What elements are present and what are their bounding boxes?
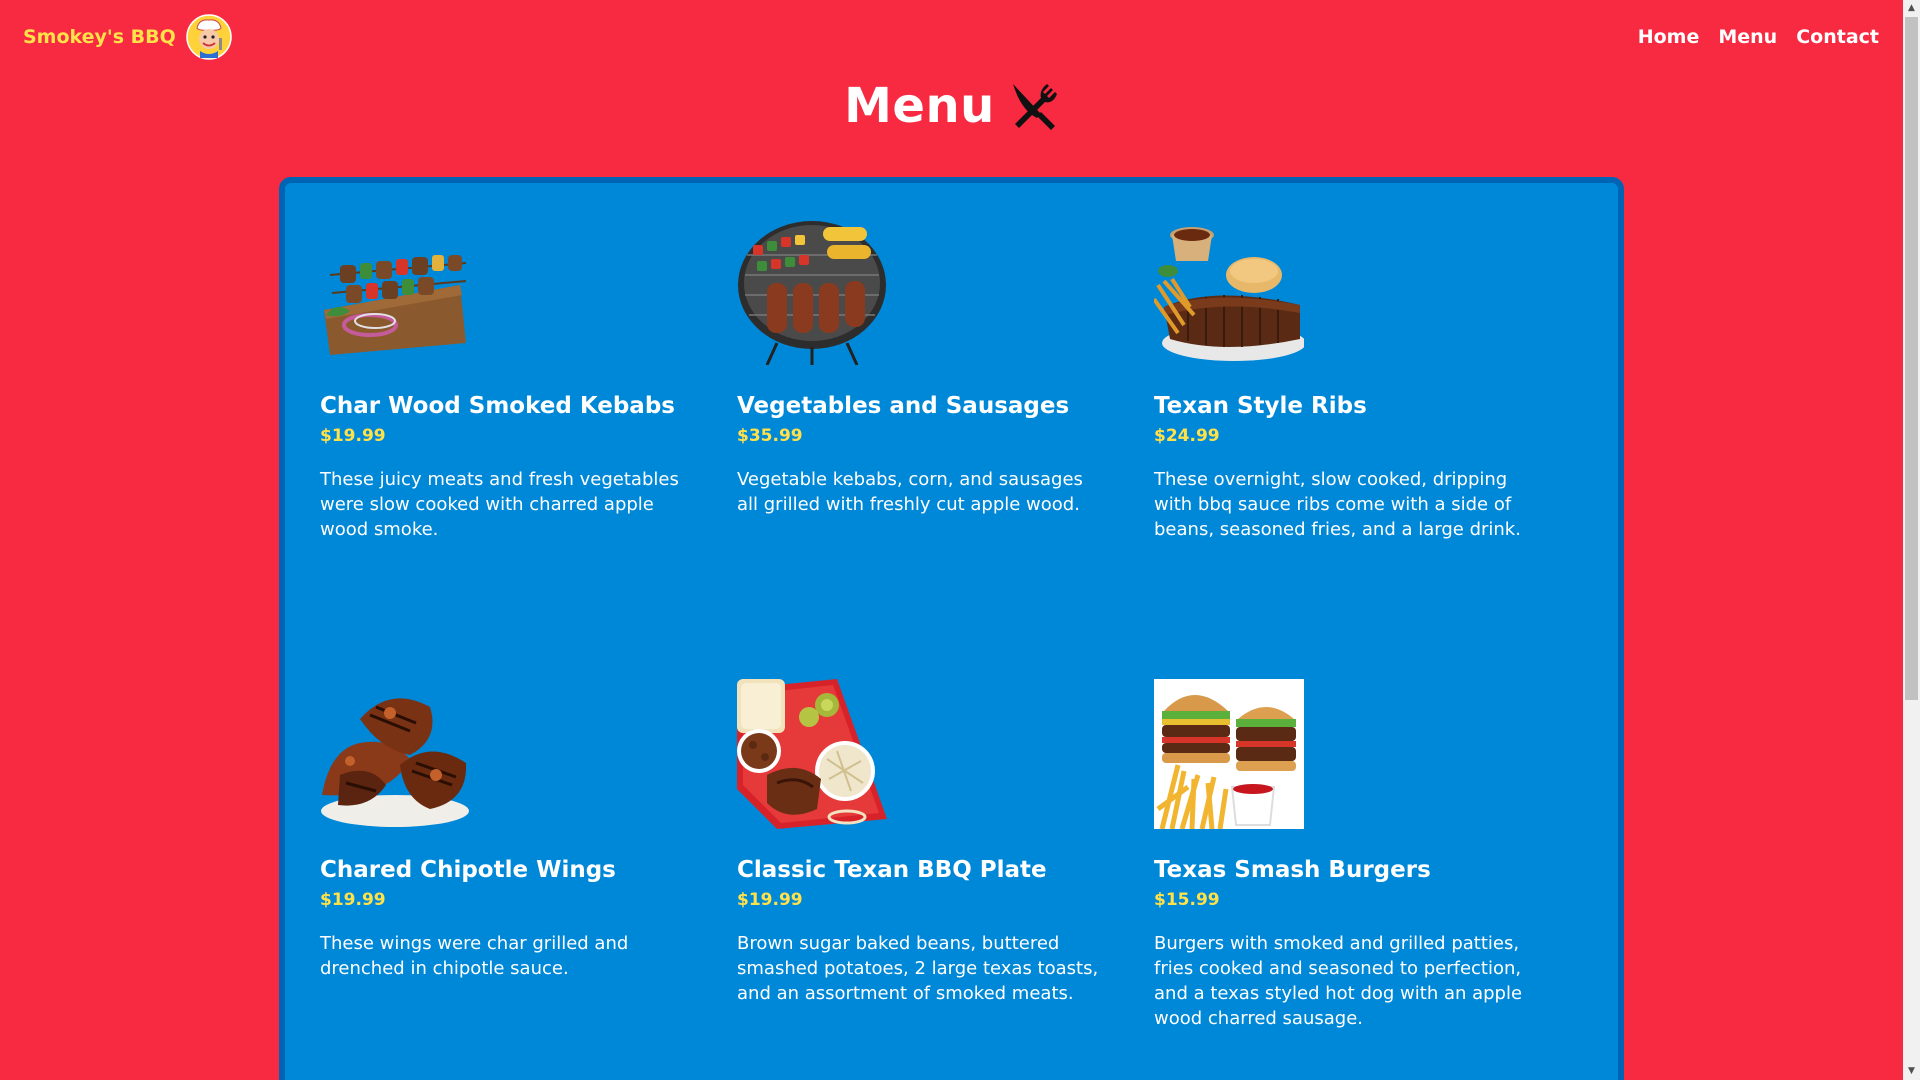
item-description: These overnight, slow cooked, dripping w… bbox=[1154, 469, 1521, 540]
menu-item: Texas Smash Burgers $15.99 Burgers with … bbox=[1154, 679, 1524, 1031]
grill-image bbox=[738, 221, 886, 365]
scroll-down-icon[interactable]: ▼ bbox=[1903, 1063, 1920, 1080]
main-nav: Home Menu Contact bbox=[1638, 26, 1879, 48]
scroll-up-icon[interactable]: ▲ bbox=[1903, 0, 1920, 17]
kebabs-image bbox=[324, 255, 467, 355]
item-price: $19.99 bbox=[320, 426, 386, 446]
vertical-scrollbar[interactable]: ▲ ▼ bbox=[1903, 0, 1920, 1080]
item-name: Vegetables and Sausages bbox=[737, 393, 1070, 419]
wings-image bbox=[321, 698, 469, 827]
item-description: Burgers with smoked and grilled patties,… bbox=[1154, 933, 1523, 1029]
menu-item: Vegetables and Sausages $35.99 Vegetable… bbox=[737, 215, 1107, 517]
item-name: Classic Texan BBQ Plate bbox=[737, 857, 1047, 883]
burgers-image bbox=[1154, 679, 1304, 829]
item-name: Chared Chipotle Wings bbox=[320, 857, 616, 883]
item-description: Brown sugar baked beans, buttered smashe… bbox=[737, 933, 1099, 1004]
item-name: Char Wood Smoked Kebabs bbox=[320, 393, 675, 419]
page-title: Menu bbox=[844, 78, 995, 134]
page: Smokey's BBQ Home Menu Contact Menu Char… bbox=[0, 0, 1903, 1080]
title-block: Menu bbox=[0, 78, 1903, 134]
item-price: $35.99 bbox=[737, 426, 803, 446]
item-price: $19.99 bbox=[320, 890, 386, 910]
ribs-image bbox=[1154, 227, 1304, 361]
item-price: $19.99 bbox=[737, 890, 803, 910]
nav-home[interactable]: Home bbox=[1638, 26, 1700, 48]
menu-item: Classic Texan BBQ Plate $19.99 Brown sug… bbox=[737, 679, 1107, 1006]
nav-menu[interactable]: Menu bbox=[1718, 26, 1777, 48]
menu-item: Chared Chipotle Wings $19.99 These wings… bbox=[320, 679, 690, 981]
bbq-plate-image bbox=[737, 679, 887, 829]
menu-item: Char Wood Smoked Kebabs $19.99 These jui… bbox=[320, 215, 690, 542]
brand-name[interactable]: Smokey's BBQ bbox=[23, 26, 176, 48]
item-description: These wings were char grilled and drench… bbox=[320, 933, 629, 979]
item-description: These juicy meats and fresh vegetables w… bbox=[320, 469, 679, 540]
nav-contact[interactable]: Contact bbox=[1796, 26, 1879, 48]
item-description: Vegetable kebabs, corn, and sausages all… bbox=[737, 469, 1083, 515]
scrollbar-thumb[interactable] bbox=[1905, 17, 1918, 700]
brand[interactable]: Smokey's BBQ bbox=[23, 14, 232, 60]
item-price: $15.99 bbox=[1154, 890, 1220, 910]
chef-mascot-icon bbox=[186, 14, 232, 60]
fork-knife-icon bbox=[1012, 84, 1057, 130]
item-name: Texan Style Ribs bbox=[1154, 393, 1367, 419]
menu-item: Texan Style Ribs $24.99 These overnight,… bbox=[1154, 215, 1524, 542]
item-price: $24.99 bbox=[1154, 426, 1220, 446]
menu-panel: Char Wood Smoked Kebabs $19.99 These jui… bbox=[279, 177, 1624, 1080]
item-name: Texas Smash Burgers bbox=[1154, 857, 1431, 883]
